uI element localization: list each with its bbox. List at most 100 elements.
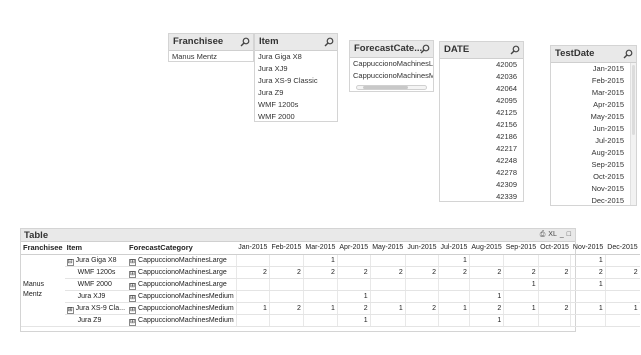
- column-header-month[interactable]: Dec-2015: [605, 242, 640, 255]
- column-header-month[interactable]: May-2015: [370, 242, 406, 255]
- franchisee-listbox-header[interactable]: Franchisee: [169, 34, 253, 51]
- list-item[interactable]: 42005: [440, 59, 523, 71]
- vertical-scrollbar[interactable]: [630, 63, 636, 205]
- list-item[interactable]: Nov-2015: [551, 183, 630, 195]
- list-item[interactable]: May-2015: [551, 111, 630, 123]
- list-item[interactable]: 42339: [440, 191, 523, 203]
- item-cell[interactable]: Jura XJ9: [64, 290, 128, 303]
- list-item[interactable]: 42309: [440, 179, 523, 191]
- list-item[interactable]: 42036: [440, 71, 523, 83]
- column-header-month[interactable]: Jun-2015: [405, 242, 439, 255]
- column-header-month[interactable]: Oct-2015: [538, 242, 571, 255]
- list-item[interactable]: 42064: [440, 83, 523, 95]
- category-cell[interactable]: ⊞ CappuccionoMachinesLarge: [127, 266, 237, 279]
- list-item[interactable]: 42248: [440, 155, 523, 167]
- value-cell: [503, 254, 539, 267]
- item-cell[interactable]: WMF 1200s: [64, 266, 128, 279]
- column-header-month[interactable]: Aug-2015: [469, 242, 504, 255]
- list-item[interactable]: Apr-2015: [551, 99, 630, 111]
- date-listbox[interactable]: DATE 42005 42036 42064 42095 42125 42156 42186…: [439, 41, 524, 202]
- item-listbox-header[interactable]: Item: [255, 34, 337, 51]
- franchisee-cell[interactable]: Manus Mentz: [21, 254, 65, 327]
- table-header-row: Franchisee Item ForecastCategory Jan-201…: [21, 242, 640, 255]
- column-header-month[interactable]: Nov-2015: [570, 242, 606, 255]
- list-item[interactable]: Feb-2015: [551, 75, 630, 87]
- column-header-month[interactable]: Jan-2015: [236, 242, 270, 255]
- test-date-listbox[interactable]: TestDate Jan-2015 Feb-2015 Mar-2015 Apr-201…: [550, 45, 637, 206]
- list-item[interactable]: Manus Mentz: [169, 51, 253, 63]
- column-header-month[interactable]: Sep-2015: [503, 242, 539, 255]
- list-item[interactable]: Jul-2015: [551, 135, 630, 147]
- value-cell: [268, 290, 304, 303]
- list-item[interactable]: 42125: [440, 107, 523, 119]
- list-item[interactable]: 42217: [440, 143, 523, 155]
- list-item[interactable]: Jura Giga X8: [255, 51, 337, 63]
- excel-export-icon[interactable]: XL: [548, 231, 557, 239]
- column-header-forecast-category[interactable]: ForecastCategory: [127, 242, 237, 255]
- horizontal-scrollbar[interactable]: [356, 85, 427, 90]
- list-item[interactable]: CappuccionoMachinesLarge: [350, 58, 433, 70]
- forecast-category-listbox-header[interactable]: ForecastCate...: [350, 41, 433, 58]
- pivot-table-object[interactable]: Table ⎙ XL _ □ Franchisee Item ForecastC…: [20, 228, 640, 332]
- expand-collapse-icon[interactable]: ⊟: [66, 258, 74, 265]
- search-icon[interactable]: [510, 45, 520, 55]
- column-header-month[interactable]: Jul-2015: [438, 242, 470, 255]
- minimize-icon[interactable]: _: [560, 231, 564, 239]
- value-cell: [268, 254, 304, 267]
- list-item[interactable]: WMF 1200s: [255, 99, 337, 111]
- expand-icon[interactable]: ⊞: [129, 282, 137, 289]
- list-item[interactable]: WMF 2000: [255, 111, 337, 123]
- search-icon[interactable]: [240, 37, 250, 47]
- list-item[interactable]: 42186: [440, 131, 523, 143]
- column-header-month[interactable]: Feb-2015: [269, 242, 304, 255]
- list-item[interactable]: Mar-2015: [551, 87, 630, 99]
- list-item[interactable]: Dec-2015: [551, 195, 630, 207]
- test-date-listbox-header[interactable]: TestDate: [551, 46, 636, 63]
- item-cell[interactable]: Jura Z9: [64, 314, 128, 327]
- item-cell[interactable]: ⊞ Jura XS-9 Cla...: [64, 302, 128, 315]
- value-cell: 1: [302, 254, 338, 267]
- list-item[interactable]: CappuccionoMachinesMedium: [350, 70, 433, 82]
- search-icon[interactable]: [623, 49, 633, 59]
- item-listbox[interactable]: Item Jura Giga X8 Jura XJ9 Jura XS-9 Class…: [254, 33, 338, 122]
- scrollbar-thumb[interactable]: [632, 65, 635, 135]
- date-listbox-header[interactable]: DATE: [440, 42, 523, 59]
- franchisee-listbox[interactable]: Franchisee Manus Mentz: [168, 33, 254, 62]
- list-item[interactable]: Oct-2015: [551, 171, 630, 183]
- list-item[interactable]: Jura XJ9: [255, 63, 337, 75]
- column-header-month[interactable]: Apr-2015: [337, 242, 371, 255]
- category-cell[interactable]: ⊞ CappuccionoMachinesMedium: [127, 302, 237, 315]
- category-cell[interactable]: ⊞ CappuccionoMachinesLarge: [127, 254, 237, 267]
- list-item[interactable]: Aug-2015: [551, 147, 630, 159]
- expand-collapse-icon[interactable]: ⊞: [66, 306, 74, 313]
- list-item[interactable]: Jun-2015: [551, 123, 630, 135]
- expand-icon[interactable]: ⊞: [129, 318, 137, 325]
- item-cell[interactable]: ⊟ Jura Giga X8: [64, 254, 128, 267]
- column-header-month[interactable]: Mar-2015: [303, 242, 338, 255]
- expand-icon[interactable]: ⊞: [129, 294, 137, 301]
- list-item[interactable]: Jan-2015: [551, 63, 630, 75]
- expand-icon[interactable]: ⊞: [129, 306, 137, 313]
- scrollbar-thumb[interactable]: [363, 86, 408, 89]
- column-header-item[interactable]: Item: [64, 242, 128, 255]
- maximize-icon[interactable]: □: [567, 231, 571, 239]
- forecast-category-listbox[interactable]: ForecastCate... CappuccionoMachinesLarge…: [349, 40, 434, 92]
- expand-icon[interactable]: ⊞: [129, 270, 137, 277]
- column-header-franchisee[interactable]: Franchisee: [21, 242, 65, 255]
- category-cell[interactable]: ⊞ CappuccionoMachinesMedium: [127, 290, 237, 303]
- search-icon[interactable]: [420, 44, 430, 54]
- print-icon[interactable]: ⎙: [540, 231, 546, 239]
- item-cell[interactable]: WMF 2000: [64, 278, 128, 291]
- expand-icon[interactable]: ⊞: [129, 258, 137, 265]
- list-item[interactable]: Jura Z9: [255, 87, 337, 99]
- list-item[interactable]: Sep-2015: [551, 159, 630, 171]
- category-cell[interactable]: ⊞ CappuccionoMachinesMedium: [127, 314, 237, 327]
- category-cell[interactable]: ⊞ CappuccionoMachinesLarge: [127, 278, 237, 291]
- list-item[interactable]: 42278: [440, 167, 523, 179]
- table-caption[interactable]: Table ⎙ XL _ □: [21, 229, 575, 242]
- list-item[interactable]: 42156: [440, 119, 523, 131]
- value-cell: 2: [537, 266, 571, 279]
- list-item[interactable]: 42095: [440, 95, 523, 107]
- list-item[interactable]: Jura XS-9 Classic: [255, 75, 337, 87]
- search-icon[interactable]: [324, 37, 334, 47]
